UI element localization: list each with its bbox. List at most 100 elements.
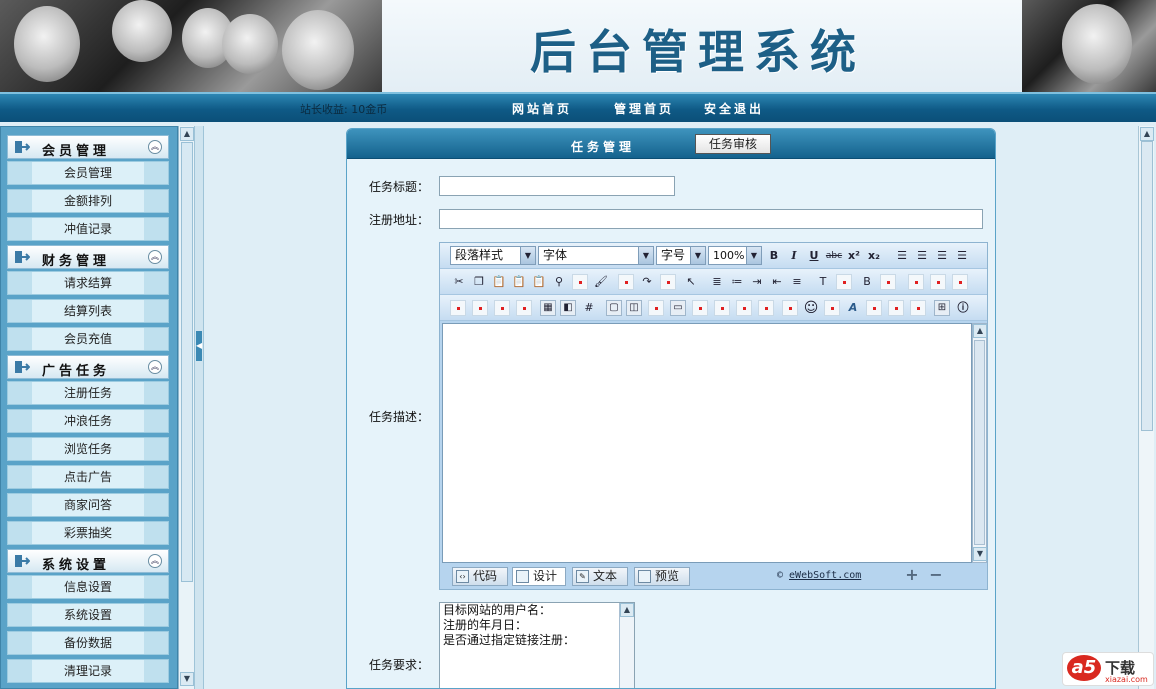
italic-icon[interactable]: I	[785, 247, 803, 265]
sidebar-item-lottery[interactable]: 彩票抽奖	[7, 521, 169, 545]
underline-icon[interactable]: U	[805, 247, 823, 265]
missing-image-icon[interactable]	[908, 274, 924, 290]
scroll-up-icon[interactable]: ▲	[620, 603, 634, 617]
sidebar-group-members[interactable]: 会员管理 ︽	[7, 135, 169, 159]
shrink-minus-icon[interactable]: −	[929, 567, 943, 583]
info-icon[interactable]: ⓘ	[954, 299, 972, 317]
chevron-collapse-icon[interactable]: ︽	[148, 554, 162, 568]
chevron-collapse-icon[interactable]: ︽	[148, 360, 162, 374]
align-justify-icon[interactable]: ☰	[953, 247, 971, 265]
strikethrough-icon[interactable]: abc	[825, 247, 843, 265]
chevron-collapse-icon[interactable]: ︽	[148, 140, 162, 154]
insert-frame-icon[interactable]: ▢	[606, 300, 622, 316]
sidebar-item-settlement-list[interactable]: 结算列表	[7, 299, 169, 323]
missing-image-icon[interactable]	[660, 274, 676, 290]
text-color-icon[interactable]: T	[814, 273, 832, 291]
missing-image-icon[interactable]	[692, 300, 708, 316]
sidebar-group-ad-tasks[interactable]: 广告任务 ︽	[7, 355, 169, 379]
missing-image-icon[interactable]	[910, 300, 926, 316]
font-size-select[interactable]: 字号 ▼	[656, 246, 706, 265]
align-left-icon[interactable]: ☰	[893, 247, 911, 265]
find-icon[interactable]: ⚲	[550, 273, 568, 291]
sidebar-item-member-manage[interactable]: 会员管理	[7, 161, 169, 185]
mode-code-button[interactable]: ‹› 代码	[452, 567, 508, 586]
paste-word-icon[interactable]: 📋	[530, 273, 548, 291]
align-center-icon[interactable]: ☰	[913, 247, 931, 265]
editor-content-area[interactable]	[442, 323, 972, 563]
scroll-up-icon[interactable]: ▲	[1140, 127, 1154, 141]
requirements-scrollbar[interactable]: ▲	[619, 603, 634, 688]
format-brush-icon[interactable]: 🖌	[592, 273, 610, 291]
nav-link-site-home[interactable]: 网站首页	[512, 100, 572, 117]
sidebar-item-recharge-record[interactable]: 冲值记录	[7, 217, 169, 241]
zoom-select[interactable]: 100% ▼	[708, 246, 762, 265]
nav-link-admin-home[interactable]: 管理首页	[614, 100, 674, 117]
sidebar-item-member-topup[interactable]: 会员充值	[7, 327, 169, 351]
emoticon-icon[interactable]: ☺	[802, 299, 820, 317]
collapse-left-icon[interactable]: ◀	[196, 331, 202, 361]
missing-image-icon[interactable]	[758, 300, 774, 316]
reg-url-input[interactable]	[439, 209, 983, 229]
indent-icon[interactable]: ⇥	[748, 273, 766, 291]
wordart-icon[interactable]: A	[844, 299, 862, 317]
missing-image-icon[interactable]	[572, 274, 588, 290]
sidebar-item-register-task[interactable]: 注册任务	[7, 381, 169, 405]
sidebar-item-merchant-qa[interactable]: 商家问答	[7, 493, 169, 517]
cut-icon[interactable]: ✂	[450, 273, 468, 291]
redo-icon[interactable]: ↷	[638, 273, 656, 291]
superscript-icon[interactable]: x²	[845, 247, 863, 265]
page-scroll-thumb[interactable]	[1141, 141, 1153, 431]
sidebar-item-surf-task[interactable]: 冲浪任务	[7, 409, 169, 433]
missing-image-icon[interactable]	[450, 300, 466, 316]
missing-image-icon[interactable]	[782, 300, 798, 316]
missing-image-icon[interactable]	[836, 274, 852, 290]
page-scrollbar[interactable]: ▲	[1138, 126, 1154, 689]
outdent-icon[interactable]: ⇤	[768, 273, 786, 291]
font-family-select[interactable]: 字体 ▼	[538, 246, 654, 265]
sidebar-item-browse-task[interactable]: 浏览任务	[7, 437, 169, 461]
fullscreen-icon[interactable]: ⊞	[934, 300, 950, 316]
insert-form-icon[interactable]: ▭	[670, 300, 686, 316]
sidebar-item-info-settings[interactable]: 信息设置	[7, 575, 169, 599]
editor-scroll-thumb[interactable]	[974, 340, 985, 545]
scroll-down-icon[interactable]: ▼	[973, 547, 987, 561]
missing-image-icon[interactable]	[648, 300, 664, 316]
paragraph-icon[interactable]: ≡	[788, 273, 806, 291]
align-right-icon[interactable]: ☰	[933, 247, 951, 265]
background-color-icon[interactable]: B	[858, 273, 876, 291]
task-requirements-textarea[interactable]: 目标网站的用户名： 注册的年月日： 是否通过指定链接注册： ▲	[439, 602, 635, 688]
paste-icon[interactable]: 📋	[490, 273, 508, 291]
insert-page-icon[interactable]: ◫	[626, 300, 642, 316]
paragraph-style-select[interactable]: 段落样式 ▼	[450, 246, 536, 265]
chevron-collapse-icon[interactable]: ︽	[148, 250, 162, 264]
sidebar-item-backup-data[interactable]: 备份数据	[7, 631, 169, 655]
missing-image-icon[interactable]	[516, 300, 532, 316]
sidebar-item-click-ad[interactable]: 点击广告	[7, 465, 169, 489]
mode-preview-button[interactable]: 预览	[634, 567, 690, 586]
missing-image-icon[interactable]	[952, 274, 968, 290]
copy-icon[interactable]: ❐	[470, 273, 488, 291]
task-title-input[interactable]	[439, 176, 675, 196]
scroll-up-icon[interactable]: ▲	[973, 324, 987, 338]
table-grid-icon[interactable]: #	[580, 299, 598, 317]
sidebar-item-clear-records[interactable]: 清理记录	[7, 659, 169, 683]
insert-layer-icon[interactable]: ◧	[560, 300, 576, 316]
insert-table-icon[interactable]: ▦	[540, 300, 556, 316]
ordered-list-icon[interactable]: ≣	[708, 273, 726, 291]
sidebar-group-system-settings[interactable]: 系统设置 ︽	[7, 549, 169, 573]
missing-image-icon[interactable]	[472, 300, 488, 316]
missing-image-icon[interactable]	[736, 300, 752, 316]
missing-image-icon[interactable]	[888, 300, 904, 316]
sidebar-scrollbar[interactable]: ▲ ▼	[178, 126, 194, 689]
select-pointer-icon[interactable]: ↖	[682, 273, 700, 291]
undo-icon[interactable]	[618, 274, 634, 290]
expand-plus-icon[interactable]: +	[905, 567, 919, 583]
missing-image-icon[interactable]	[714, 300, 730, 316]
missing-image-icon[interactable]	[930, 274, 946, 290]
task-review-button[interactable]: 任务审核	[695, 134, 771, 154]
unordered-list-icon[interactable]: ≔	[728, 273, 746, 291]
missing-image-icon[interactable]	[494, 300, 510, 316]
sidebar-item-system-settings[interactable]: 系统设置	[7, 603, 169, 627]
mode-design-button[interactable]: 设计	[512, 567, 566, 586]
sidebar-scroll-thumb[interactable]	[181, 142, 193, 582]
